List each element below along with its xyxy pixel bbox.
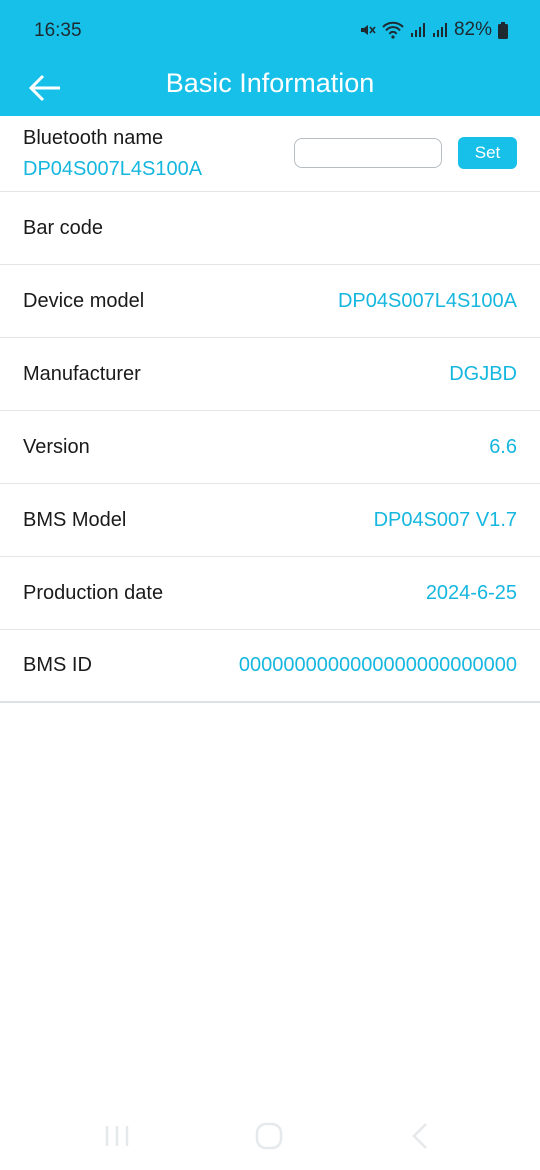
bms-id-value: 0000000000000000000000000 xyxy=(238,654,517,676)
bms-id-row: BMS ID 0000000000000000000000000 xyxy=(0,630,540,703)
signal-icon xyxy=(432,22,448,38)
version-value: 6.6 xyxy=(489,435,517,458)
bluetooth-name-label: Bluetooth name xyxy=(23,127,164,149)
status-time: 16:35 xyxy=(34,20,82,41)
manufacturer-label: Manufacturer xyxy=(23,362,141,385)
battery-percent: 82% xyxy=(453,19,492,40)
status-bar: 16:35 82% xyxy=(0,0,540,60)
manufacturer-value: DGJBD xyxy=(449,362,517,385)
bar-code-label: Bar code xyxy=(23,216,104,239)
production-date-label: Production date xyxy=(23,581,164,604)
back-icon[interactable] xyxy=(403,1118,439,1154)
bms-id-label: BMS ID xyxy=(23,654,92,676)
bluetooth-name-controls: Set xyxy=(294,137,517,169)
recent-apps-icon[interactable] xyxy=(100,1118,136,1154)
bluetooth-name-group: Bluetooth name DP04S007L4S100A xyxy=(23,116,202,181)
manufacturer-row: Manufacturer DGJBD xyxy=(0,338,540,411)
bluetooth-name-row: Bluetooth name DP04S007L4S100A Set xyxy=(0,116,540,192)
production-date-row: Production date 2024-6-25 xyxy=(0,557,540,630)
system-nav-bar xyxy=(0,1100,540,1170)
bms-model-value: DP04S007 V1.7 xyxy=(373,508,517,531)
bar-code-row: Bar code xyxy=(0,192,540,265)
device-model-value: DP04S007L4S100A xyxy=(337,289,517,312)
wifi-icon xyxy=(382,21,404,39)
set-button[interactable]: Set xyxy=(458,137,517,169)
version-row: Version 6.6 xyxy=(0,411,540,484)
home-icon[interactable] xyxy=(251,1118,287,1154)
device-model-label: Device model xyxy=(23,289,145,312)
mute-icon xyxy=(358,21,376,39)
app-bar: Basic Information xyxy=(0,60,540,116)
battery-icon xyxy=(498,21,508,39)
info-list: Bluetooth name DP04S007L4S100A Set Bar c… xyxy=(0,116,540,703)
signal-icon xyxy=(410,22,426,38)
version-label: Version xyxy=(23,435,90,458)
production-date-value: 2024-6-25 xyxy=(425,581,517,604)
bluetooth-name-value: DP04S007L4S100A xyxy=(23,158,203,180)
page-title: Basic Information xyxy=(165,68,375,98)
device-model-row: Device model DP04S007L4S100A xyxy=(0,265,540,338)
bms-model-row: BMS Model DP04S007 V1.7 xyxy=(0,484,540,557)
status-icons: 82% xyxy=(358,19,508,41)
bluetooth-name-input[interactable] xyxy=(294,138,442,168)
bms-model-label: BMS Model xyxy=(23,508,127,531)
